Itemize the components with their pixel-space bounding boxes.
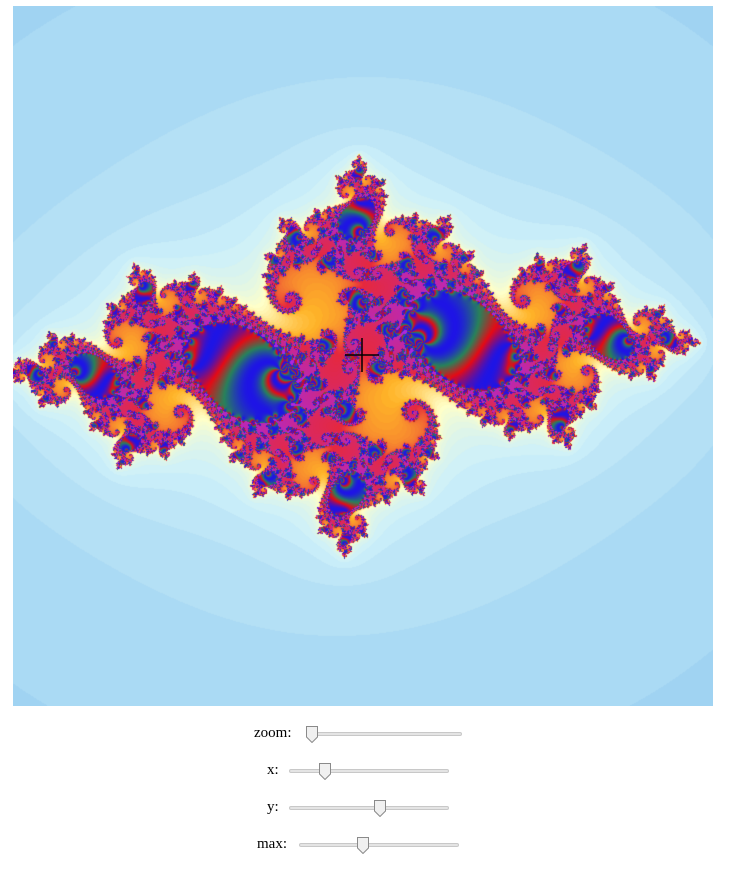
zoom-control: zoom: [250, 722, 470, 746]
y-label: y: [267, 799, 279, 815]
fractal-canvas[interactable] [13, 6, 713, 706]
zoom-slider[interactable] [306, 726, 462, 743]
max-control: max: [250, 833, 470, 857]
y-control: y: [250, 796, 470, 820]
y-slider[interactable] [289, 800, 449, 817]
x-control: x: [250, 759, 470, 783]
zoom-label: zoom: [254, 725, 292, 741]
zoom-slider-thumb[interactable] [306, 726, 319, 743]
x-label: x: [267, 762, 279, 778]
max-slider[interactable] [299, 837, 459, 854]
x-slider-thumb[interactable] [318, 763, 331, 780]
y-slider-thumb[interactable] [374, 800, 387, 817]
max-slider-thumb[interactable] [357, 837, 370, 854]
max-label: max: [257, 836, 287, 852]
x-slider[interactable] [289, 763, 449, 780]
